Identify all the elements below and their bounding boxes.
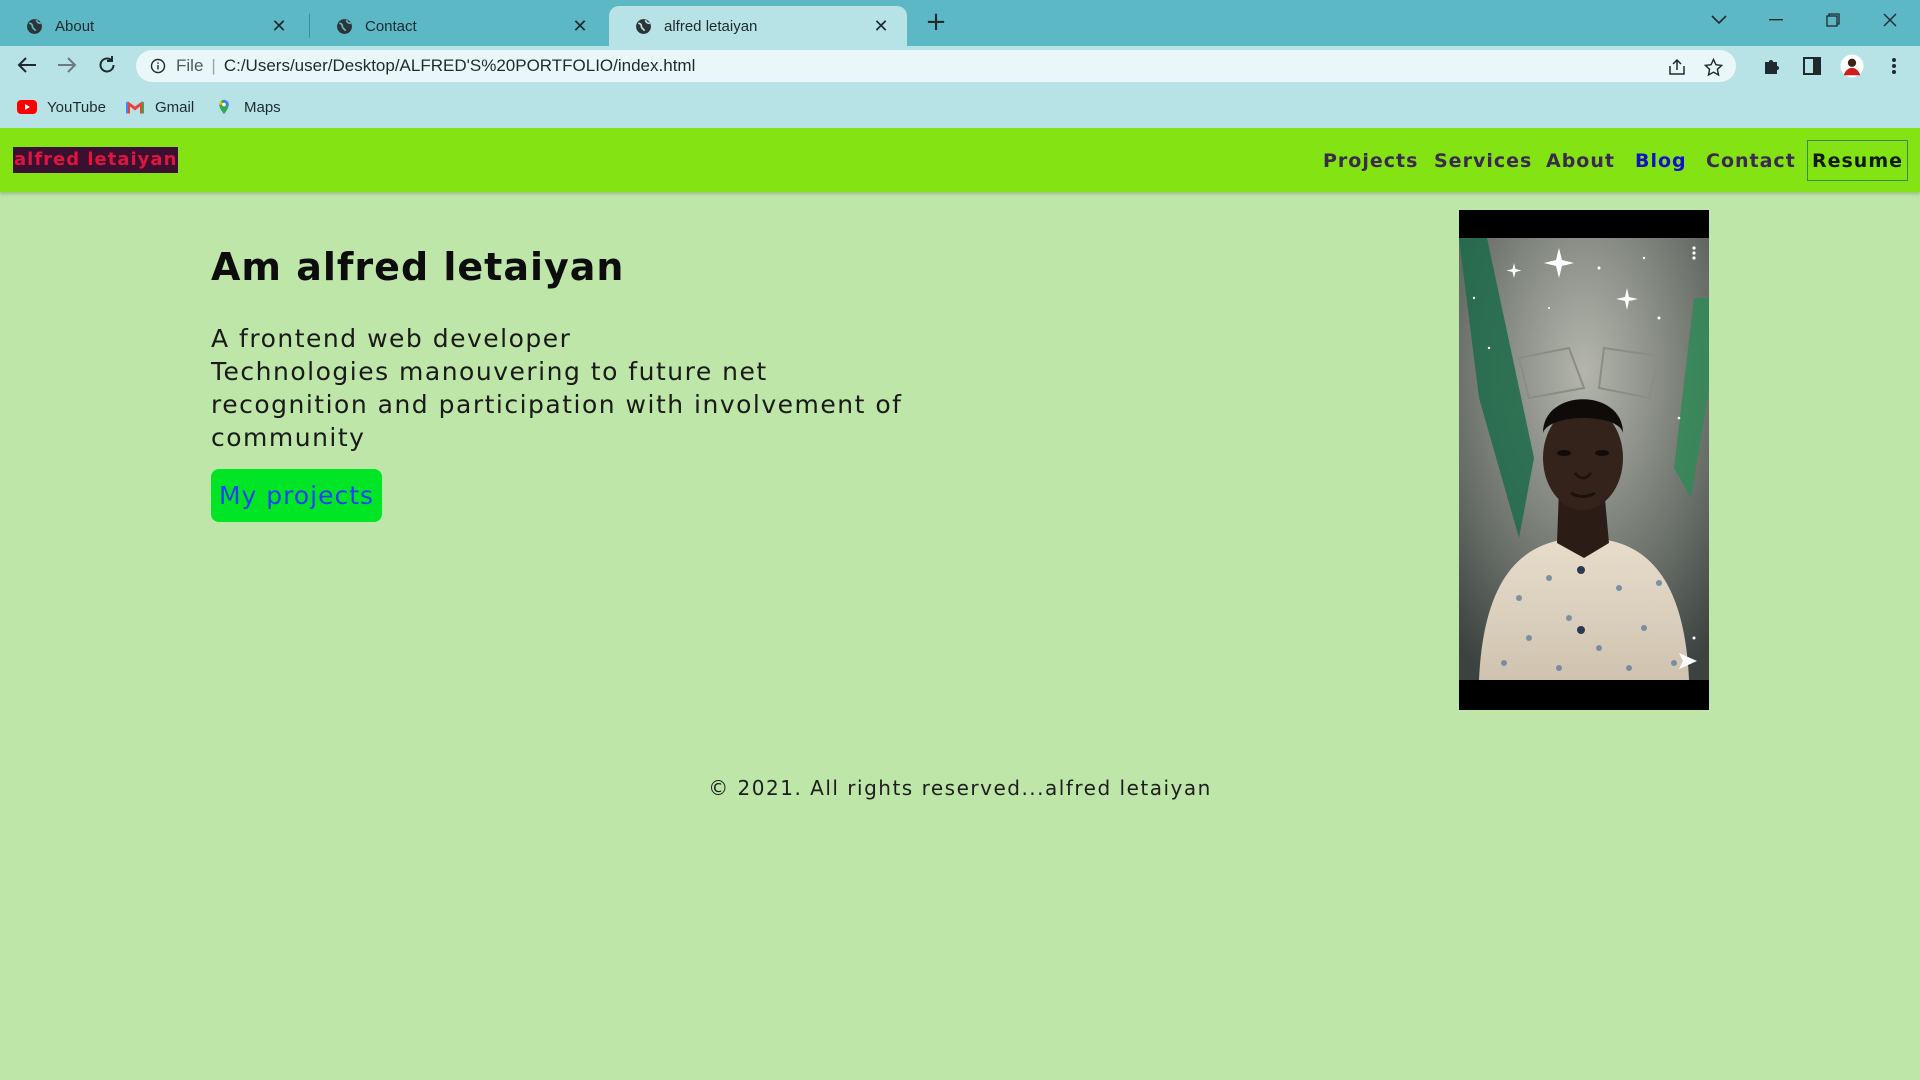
restore-icon — [1826, 13, 1840, 27]
maps-icon — [219, 99, 229, 115]
hero-text-line: community — [211, 423, 366, 452]
forward-button[interactable] — [52, 50, 82, 80]
share-button[interactable] — [1666, 56, 1688, 78]
bookmark-youtube[interactable]: YouTube — [17, 96, 106, 118]
profile-photo — [1459, 210, 1709, 710]
hero-title: Am alfred letaiyan — [211, 245, 625, 289]
chevron-down-icon — [1711, 15, 1727, 25]
minimize-button[interactable] — [1748, 0, 1804, 40]
share-icon — [1669, 58, 1685, 75]
back-button[interactable] — [12, 50, 42, 80]
arrow-right-icon — [58, 57, 77, 73]
portrait-image — [1459, 238, 1709, 680]
close-icon — [1883, 13, 1897, 27]
menu-button[interactable] — [1882, 54, 1906, 78]
nav-link-contact[interactable]: Contact — [1706, 150, 1796, 172]
reload-button[interactable] — [92, 50, 122, 80]
hero-text-line: Technologies manouvering to future net — [211, 357, 768, 386]
close-icon[interactable]: ✕ — [269, 16, 289, 36]
extensions-button[interactable] — [1760, 54, 1784, 78]
side-panel-button[interactable] — [1800, 54, 1824, 78]
tab-label: Contact — [365, 17, 417, 35]
info-icon — [150, 58, 166, 74]
site-logo[interactable]: alfred letaiyan — [13, 147, 179, 173]
tab-label: alfred letaiyan — [664, 17, 758, 35]
url-separator: | — [211, 56, 216, 75]
url-text: C:/Users/user/Desktop/ALFRED'S%20PORTFOL… — [223, 56, 696, 75]
footer-copyright: © 2021. All rights reserved...alfred let… — [708, 776, 1212, 800]
nav-link-services[interactable]: Services — [1434, 150, 1532, 172]
star-icon — [1703, 57, 1723, 76]
nav-link-about[interactable]: About — [1546, 150, 1615, 172]
bookmark-label: YouTube — [47, 98, 106, 116]
tab-contact[interactable]: Contact ✕ — [310, 6, 606, 46]
close-icon[interactable]: ✕ — [871, 16, 891, 36]
globe-icon — [636, 18, 651, 34]
tab-about[interactable]: About ✕ — [0, 6, 305, 46]
bookmark-label: Maps — [244, 98, 281, 116]
profile-button[interactable] — [1840, 54, 1864, 78]
puzzle-icon — [1765, 60, 1779, 74]
side-panel-icon — [1803, 57, 1821, 75]
restore-button[interactable] — [1805, 0, 1861, 40]
resume-button[interactable]: Resume — [1807, 140, 1908, 181]
arrow-left-icon — [17, 57, 36, 73]
youtube-icon — [17, 100, 37, 114]
minimize-icon — [1769, 19, 1783, 21]
close-window-button[interactable] — [1862, 0, 1918, 40]
my-projects-button[interactable]: My projects — [211, 469, 382, 522]
kebab-menu-icon — [1892, 58, 1896, 74]
nav-link-blog[interactable]: Blog — [1635, 150, 1687, 172]
tab-label: About — [55, 17, 95, 35]
bookmark-maps[interactable]: Maps — [214, 96, 281, 118]
reload-icon — [99, 56, 115, 73]
nav-link-projects[interactable]: Projects — [1323, 150, 1418, 172]
hero-text-line: A frontend web developer — [211, 324, 572, 353]
bookmark-gmail[interactable]: Gmail — [125, 96, 194, 118]
browser-toolbar: File | C:/Users/user/Desktop/ALFRED'S%20… — [0, 46, 1920, 84]
new-tab-button[interactable]: + — [922, 7, 950, 37]
tab-alfred-letaiyan[interactable]: alfred letaiyan ✕ — [609, 6, 907, 46]
globe-icon — [337, 18, 352, 34]
globe-icon — [27, 18, 42, 34]
close-icon[interactable]: ✕ — [570, 16, 590, 36]
avatar — [1840, 54, 1864, 78]
hero-text-line: recognition and participation with invol… — [211, 390, 903, 419]
tab-strip: About ✕ Contact ✕ alfred letaiyan ✕ + — [0, 0, 1920, 46]
address-bar[interactable]: File | C:/Users/user/Desktop/ALFRED'S%20… — [136, 50, 1736, 82]
site-navbar: alfred letaiyan Projects Services About … — [0, 128, 1920, 192]
gmail-icon — [126, 101, 144, 114]
bookmark-star-button[interactable] — [1702, 56, 1724, 78]
tab-search-button[interactable] — [1691, 0, 1747, 40]
url-scheme: File — [176, 56, 204, 75]
bookmarks-bar: YouTube Gmail Maps — [0, 84, 1920, 128]
bookmark-label: Gmail — [155, 98, 195, 116]
